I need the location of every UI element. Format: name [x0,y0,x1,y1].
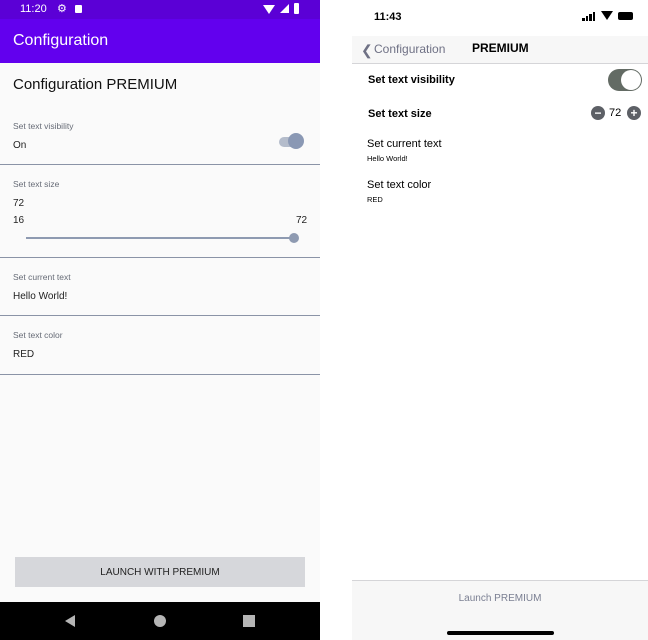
text-color-detail: RED [367,195,383,204]
visibility-switch[interactable] [608,69,642,91]
visibility-value: On [13,140,27,151]
app-bar-title: Configuration [13,32,109,49]
visibility-setting[interactable]: Set text visibility On [0,107,320,165]
switch-knob [621,70,641,90]
text-size-slider-thumb[interactable] [289,233,299,243]
text-size-value: 72 [13,198,25,209]
visibility-label: Set text visibility [368,74,455,86]
visibility-label: Set text visibility [13,121,74,131]
navigation-bar: ❮ Configuration PREMIUM [352,36,648,64]
increment-button[interactable]: + [627,106,641,120]
app-bar: Configuration [0,19,320,63]
android-screen: 11:20 ⚙ Configuration Configuration PREM… [0,0,320,640]
slider-min-label: 16 [13,215,25,226]
android-status-bar: 11:20 ⚙ [0,0,320,19]
footer-toolbar: Launch PREMIUM [352,580,648,640]
battery-icon [618,12,633,20]
cellular-signal-icon [582,11,596,21]
text-size-label: Set text size [368,108,432,120]
current-text-value: Hello World! [13,291,68,302]
android-nav-bar [0,602,320,640]
home-circle-icon[interactable] [154,615,166,627]
ios-screen: 11:43 ❮ Configuration PREMIUM Set text v… [352,0,648,640]
page-title: Configuration PREMIUM [13,76,178,93]
status-time: 11:43 [374,11,402,23]
launch-premium-button[interactable]: LAUNCH WITH PREMIUM [15,557,305,587]
text-color-setting[interactable]: Set text color RED [0,316,320,375]
text-size-value: 72 [609,107,622,119]
wifi-icon [263,5,275,14]
current-text-label: Set current text [13,272,71,282]
cellular-signal-icon [280,4,289,13]
text-color-value: RED [13,349,35,360]
current-text-title: Set current text [367,138,442,150]
text-color-label: Set text color [13,330,63,340]
current-text-setting[interactable]: Set current text Hello World! [0,258,320,316]
text-color-title: Set text color [367,179,432,191]
text-size-setting: Set text size 72 [0,165,320,258]
status-time: 11:20 [20,3,47,15]
wifi-icon [601,11,613,20]
text-size-slider-track[interactable] [26,237,294,239]
slider-max-label: 72 [296,215,308,226]
chevron-left-icon[interactable]: ❮ [361,42,373,59]
battery-icon [294,3,299,14]
back-button[interactable]: Configuration [374,42,445,56]
text-size-label: Set text size [13,179,60,189]
recents-square-icon[interactable] [243,615,255,627]
back-triangle-icon[interactable] [65,615,75,627]
launch-premium-button[interactable]: Launch PREMIUM [352,593,648,604]
home-indicator [447,631,554,635]
visibility-switch[interactable] [288,133,304,149]
gear-icon: ⚙ [57,3,67,15]
current-text-detail: Hello World! [367,154,408,163]
sd-card-icon [75,5,82,13]
nav-title: PREMIUM [472,41,529,55]
decrement-button[interactable]: − [591,106,605,120]
